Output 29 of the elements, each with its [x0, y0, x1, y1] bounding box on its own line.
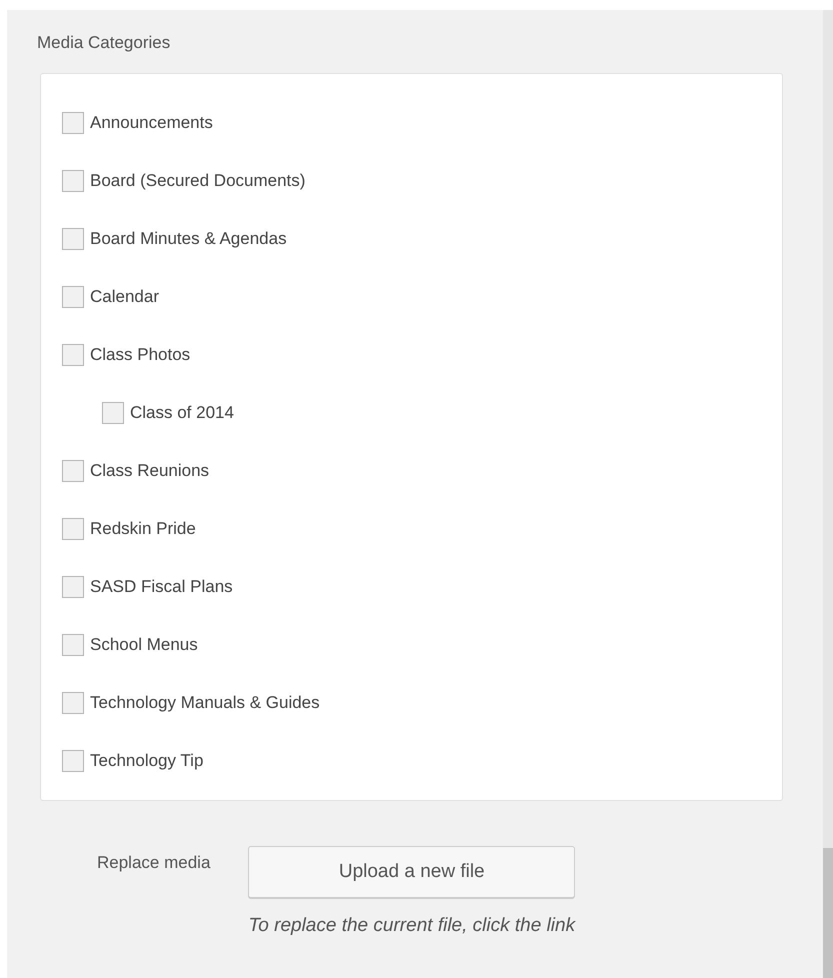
- category-label: Announcements: [90, 112, 213, 134]
- checkbox[interactable]: [62, 170, 84, 192]
- category-label: Class Reunions: [90, 460, 210, 482]
- checkbox[interactable]: [62, 344, 84, 366]
- category-label: SASD Fiscal Plans: [90, 576, 233, 598]
- checkbox[interactable]: [62, 460, 84, 482]
- category-label: Board (Secured Documents): [90, 170, 306, 192]
- checkbox[interactable]: [62, 228, 84, 250]
- category-label: Calendar: [90, 286, 159, 308]
- checkbox[interactable]: [62, 634, 84, 656]
- category-label: Board Minutes & Agendas: [90, 228, 287, 250]
- checkbox[interactable]: [62, 518, 84, 540]
- section-title: Media Categories: [37, 32, 172, 54]
- upload-button[interactable]: Upload a new file: [248, 846, 576, 898]
- checkbox[interactable]: [62, 286, 84, 308]
- field-label: Replace media: [97, 852, 210, 874]
- category-label: Technology Tip: [90, 750, 204, 772]
- checkbox[interactable]: [62, 692, 84, 714]
- category-label: Technology Manuals & Guides: [90, 692, 320, 714]
- category-label: School Menus: [90, 634, 198, 656]
- scrollbar[interactable]: [823, 10, 833, 978]
- checkbox[interactable]: [102, 402, 124, 424]
- category-label: Class of 2014: [130, 402, 234, 424]
- category-label: Redskin Pride: [90, 518, 196, 540]
- category-label: Class Photos: [90, 344, 190, 366]
- checkbox[interactable]: [62, 576, 84, 598]
- checkbox[interactable]: [62, 112, 84, 134]
- checkbox[interactable]: [62, 750, 84, 772]
- hint-text: To replace the current file, click the link: [248, 914, 576, 938]
